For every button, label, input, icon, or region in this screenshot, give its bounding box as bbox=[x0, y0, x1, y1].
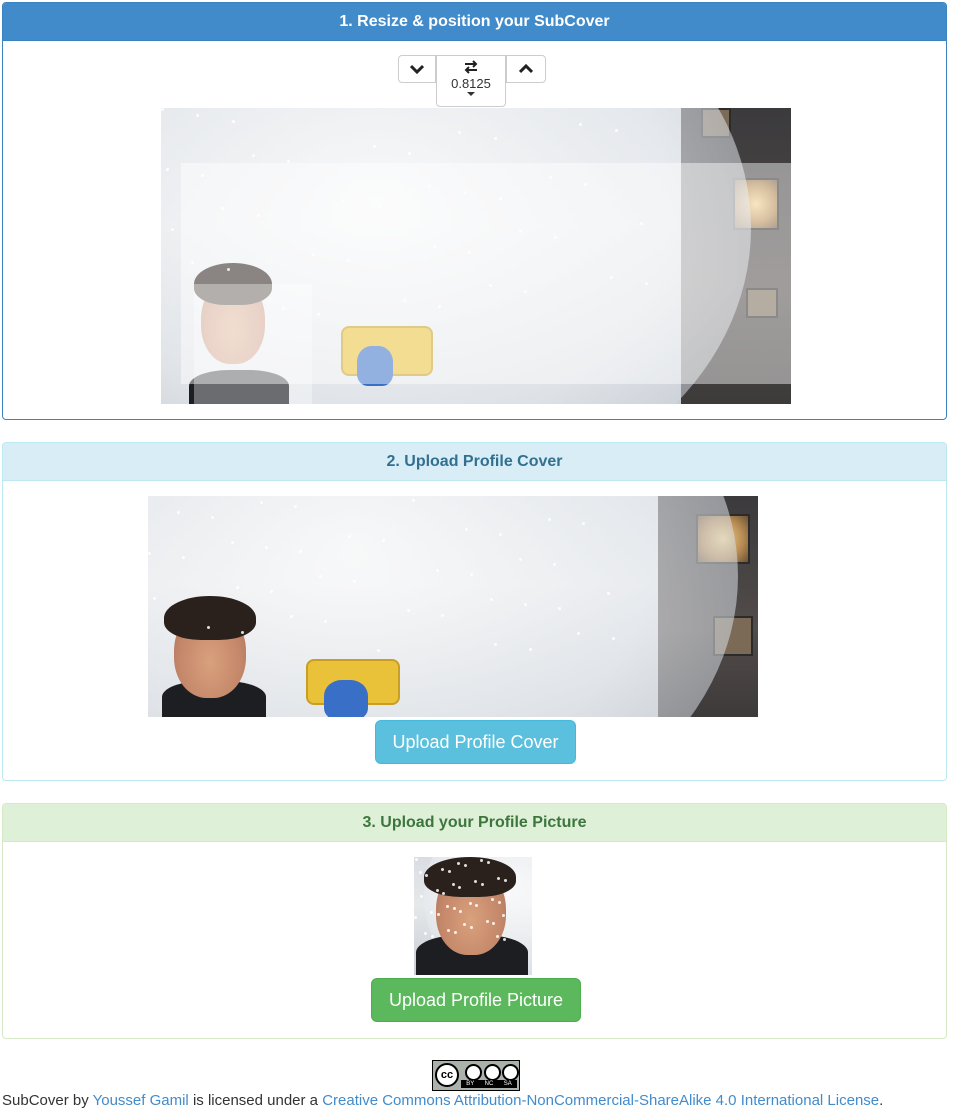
bubble-sparkle bbox=[430, 934, 434, 938]
bubble-sparkle bbox=[553, 562, 557, 566]
bubble-sparkle bbox=[414, 857, 418, 861]
zoom-out-button[interactable] bbox=[398, 55, 436, 83]
bubble-sparkle bbox=[501, 913, 505, 917]
bubble-sparkle bbox=[406, 608, 410, 612]
bubble-sparkle bbox=[497, 876, 501, 880]
bubble-sparkle bbox=[152, 596, 156, 600]
bubble-sparkle bbox=[323, 619, 327, 623]
bubble-sparkle bbox=[235, 585, 239, 589]
bubble-sparkle bbox=[523, 602, 527, 606]
cover-panel-title: 2. Upload Profile Cover bbox=[3, 443, 946, 481]
profile-picture-preview bbox=[414, 857, 532, 975]
caret-down-icon bbox=[467, 92, 475, 96]
chevron-up-icon bbox=[519, 64, 533, 74]
bubble-sparkle bbox=[528, 647, 532, 651]
cover-preview-image bbox=[148, 496, 758, 717]
bubble-sparkle bbox=[352, 579, 356, 583]
bubble-sparkle bbox=[493, 137, 497, 140]
bubble-sparkle bbox=[425, 873, 429, 877]
bubble-sparkle bbox=[419, 894, 423, 898]
bubble-sparkle bbox=[447, 928, 451, 932]
swap-arrows-icon bbox=[464, 60, 478, 74]
bubble-sparkle bbox=[498, 900, 502, 904]
cover-editor-image[interactable] bbox=[161, 108, 791, 404]
zoom-value: 0.8125 bbox=[451, 76, 491, 91]
upload-profile-picture-button[interactable]: Upload Profile Picture bbox=[371, 978, 581, 1022]
bubble-sparkle bbox=[418, 871, 422, 875]
bubble-sparkle bbox=[614, 128, 618, 132]
license-badge-strip: BY NC SA bbox=[461, 1080, 517, 1088]
license-footer: SubCover by Youssef Gamil is licensed un… bbox=[2, 1092, 883, 1109]
license-link[interactable]: Creative Commons Attribution-NonCommerci… bbox=[322, 1092, 879, 1109]
bubble-sparkle bbox=[348, 534, 352, 538]
zoom-dropdown[interactable]: 0.8125 bbox=[436, 55, 506, 107]
badge-by: BY bbox=[466, 1081, 475, 1087]
bubble-sparkle bbox=[446, 904, 450, 908]
bubble-sparkle bbox=[489, 598, 493, 602]
bubble-sparkle bbox=[430, 910, 434, 914]
profile-picture-area[interactable] bbox=[194, 284, 312, 404]
by-text: by bbox=[68, 1092, 93, 1109]
bubble-sparkle bbox=[435, 889, 439, 893]
footer-end: . bbox=[879, 1092, 884, 1109]
bubble-sparkle bbox=[318, 574, 322, 578]
bubble-sparkle bbox=[435, 568, 439, 572]
creative-commons-badge[interactable]: cc BY NC SA bbox=[432, 1060, 520, 1091]
bubble-sparkle bbox=[611, 636, 615, 640]
upload-profile-cover-button[interactable]: Upload Profile Cover bbox=[375, 720, 576, 764]
chevron-down-icon bbox=[410, 64, 424, 74]
bubble-sparkle bbox=[480, 858, 484, 862]
attribution-icon bbox=[465, 1064, 482, 1081]
bubble-sparkle bbox=[579, 122, 583, 126]
bubble-sparkle bbox=[436, 913, 440, 917]
noncommercial-icon bbox=[484, 1064, 501, 1081]
bubble-sparkle bbox=[502, 937, 506, 941]
bubble-sparkle bbox=[485, 919, 489, 923]
licensed-text: is licensed under a bbox=[188, 1092, 323, 1109]
bubble-sparkle bbox=[414, 916, 417, 920]
bubble-sparkle bbox=[424, 932, 428, 936]
work-title: SubCover bbox=[2, 1092, 69, 1109]
bubble-sparkle bbox=[407, 151, 411, 155]
bubble-sparkle bbox=[230, 540, 234, 544]
bubble-sparkle bbox=[289, 615, 293, 619]
bubble-sparkle bbox=[518, 557, 522, 561]
bubble-sparkle bbox=[486, 861, 490, 865]
bubble-sparkle bbox=[240, 630, 244, 634]
profile-picture-panel-title: 3. Upload your Profile Picture bbox=[3, 804, 946, 842]
badge-nc: NC bbox=[484, 1081, 494, 1087]
bubble-sparkle bbox=[469, 925, 473, 929]
bubble-sparkle bbox=[548, 517, 552, 521]
cc-icon: cc bbox=[435, 1063, 459, 1087]
bubble-sparkle bbox=[260, 500, 264, 504]
bubble-sparkle bbox=[161, 108, 164, 111]
author-link[interactable]: Youssef Gamil bbox=[93, 1092, 189, 1109]
badge-sa: SA bbox=[503, 1081, 512, 1087]
bubble-sparkle bbox=[411, 499, 415, 503]
bubble-sparkle bbox=[481, 882, 485, 886]
zoom-in-button[interactable] bbox=[506, 55, 546, 83]
bubble-sparkle bbox=[251, 153, 255, 157]
resize-panel-title: 1. Resize & position your SubCover bbox=[3, 3, 946, 41]
bubble-sparkle bbox=[468, 901, 472, 905]
bubble-sparkle bbox=[265, 545, 269, 549]
bubble-sparkle bbox=[148, 551, 151, 555]
bubble-sparkle bbox=[440, 613, 444, 617]
bubble-sparkle bbox=[206, 625, 210, 629]
bubble-sparkle bbox=[606, 591, 610, 595]
sharealike-icon bbox=[502, 1064, 519, 1081]
